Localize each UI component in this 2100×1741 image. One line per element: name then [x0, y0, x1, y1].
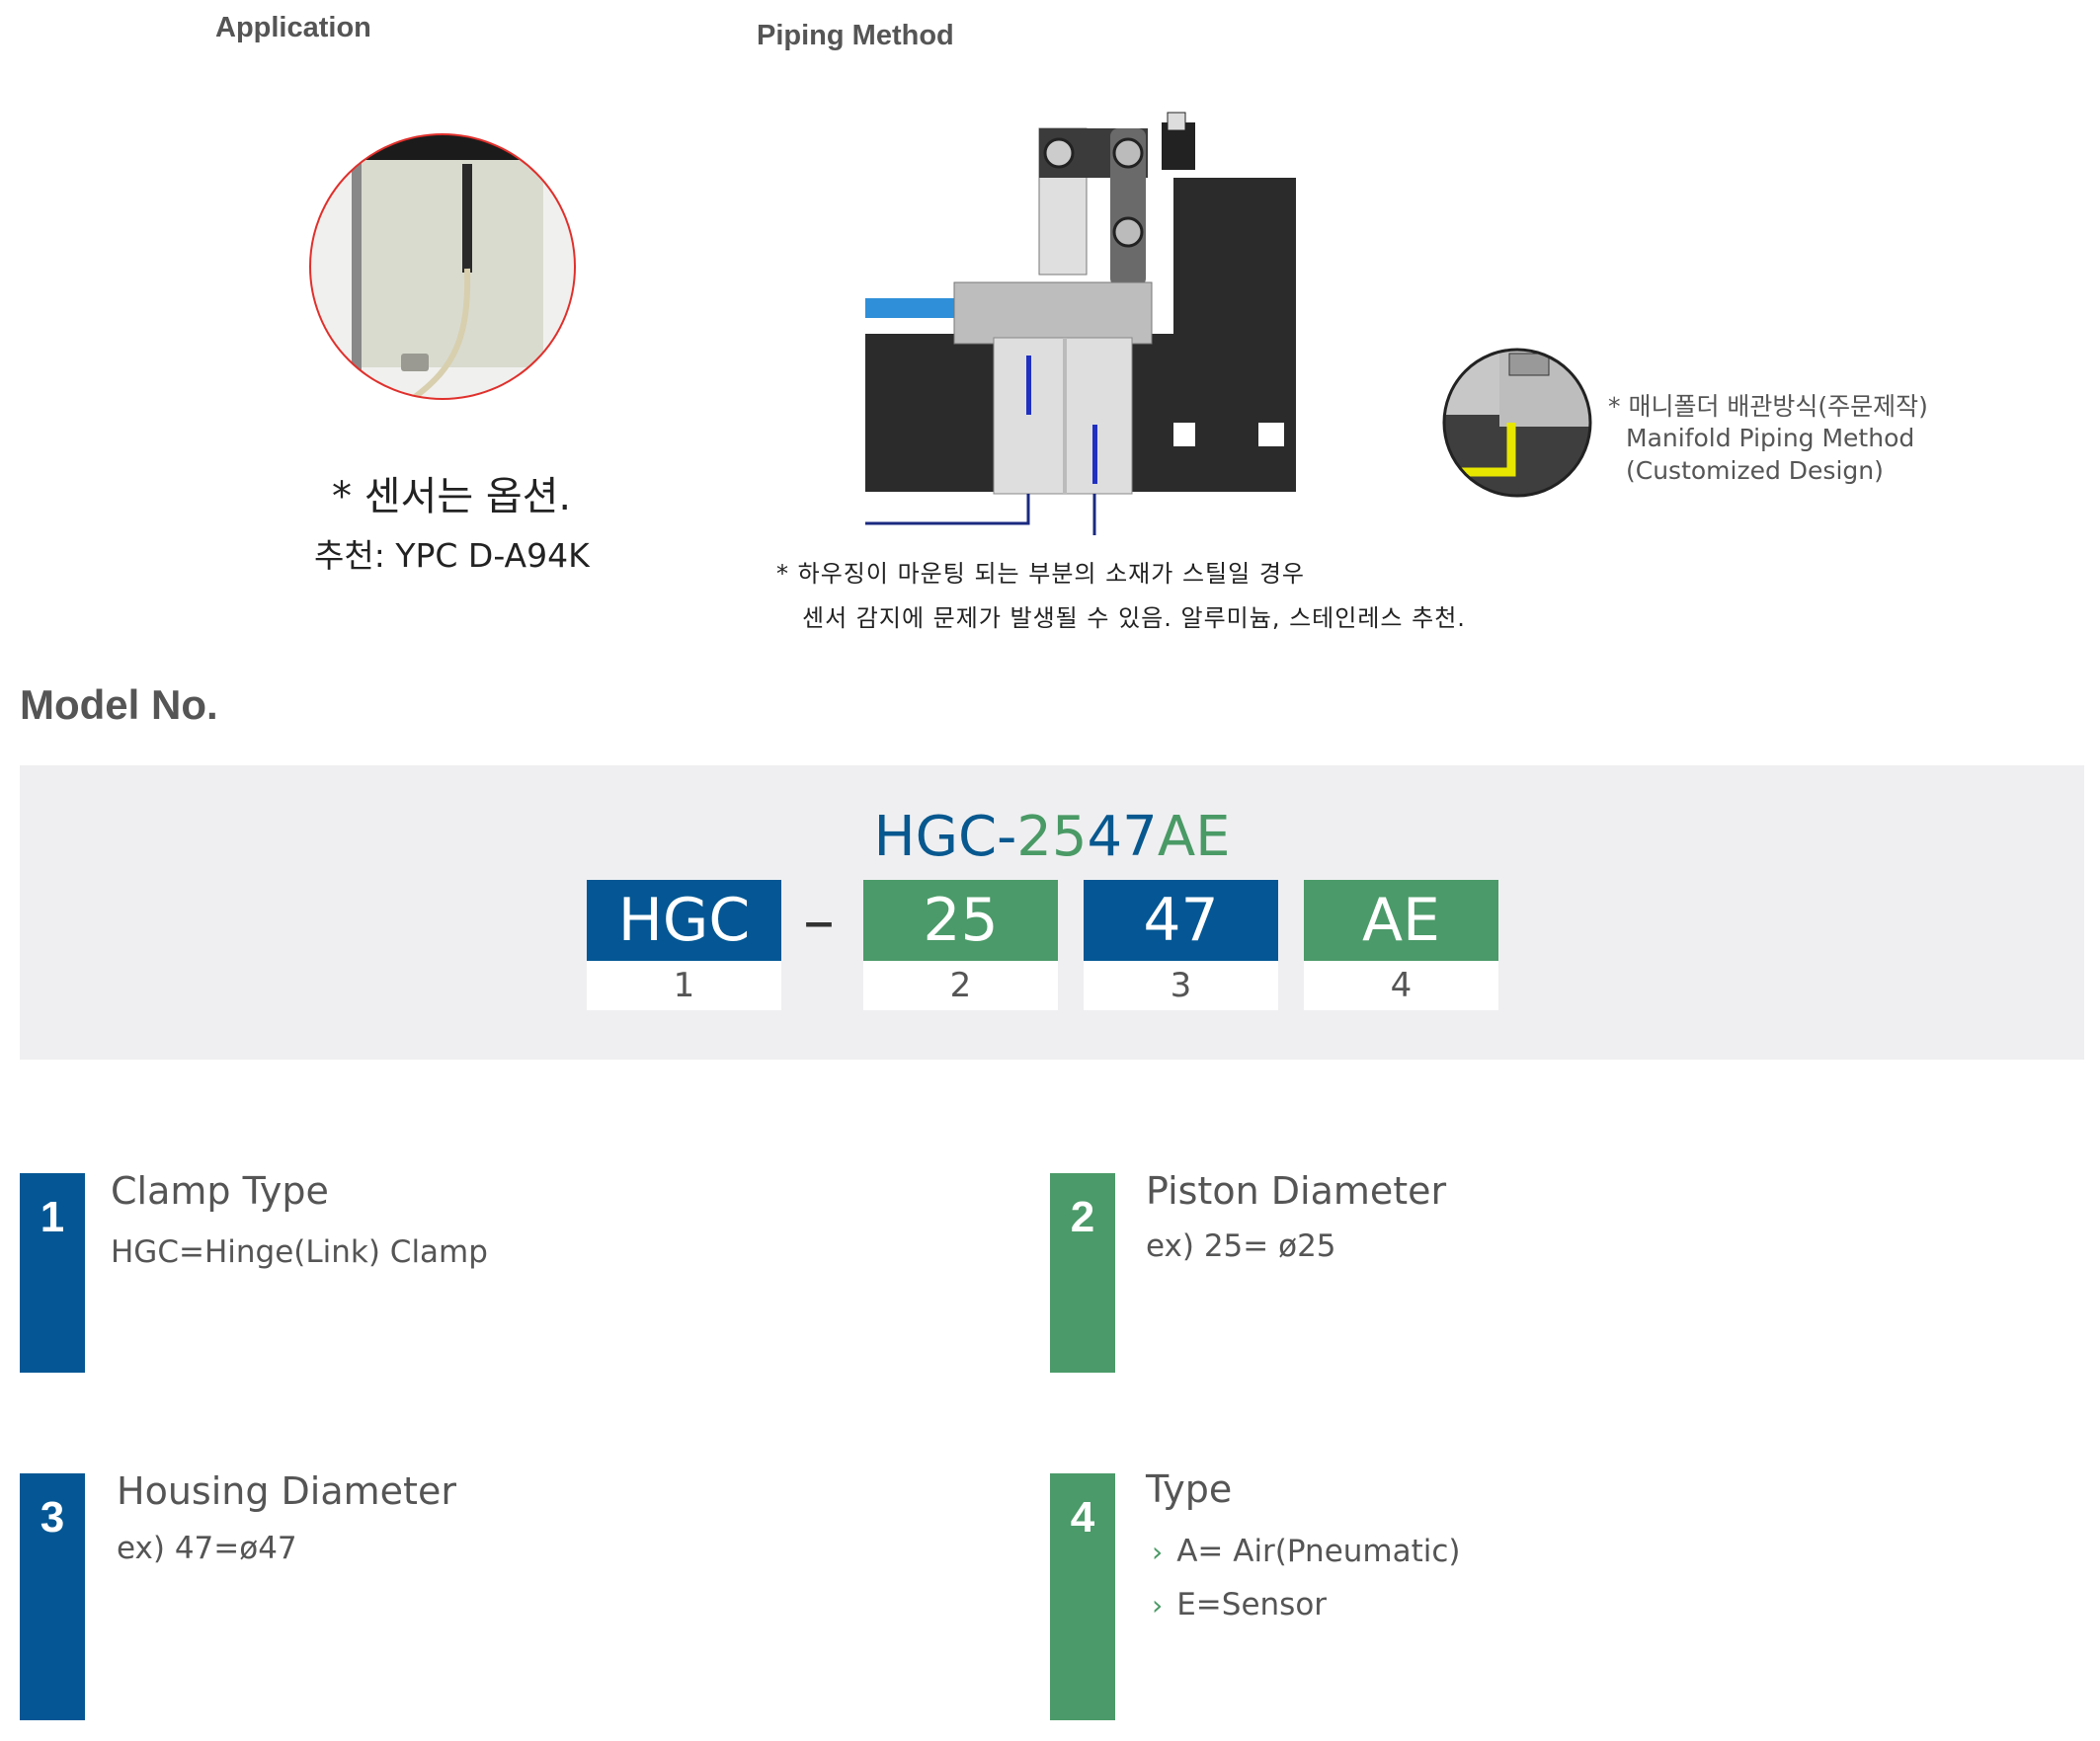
manifold-note-ko: * 매니폴더 배관방식(주문제작)	[1608, 392, 1928, 421]
manifold-note-en: Manifold Piping Method	[1626, 424, 1915, 452]
model-no-heading: Model No.	[20, 681, 218, 728]
item-4-number: 4	[1050, 1473, 1115, 1720]
segment-label: HGC	[587, 880, 781, 961]
item-4-title: Type	[1146, 1467, 1233, 1511]
item-2-desc: ex) 25= ø25	[1146, 1228, 1336, 1264]
chevron-right-icon: ›	[1152, 1589, 1164, 1622]
housing-material-note-2: 센서 감지에 문제가 발생될 수 있음. 알루미늄, 스테인레스 추천.	[802, 604, 1466, 632]
model-code-prefix: HGC-	[873, 805, 1017, 869]
chevron-right-icon: ›	[1152, 1536, 1164, 1568]
segment-number: 3	[1084, 961, 1278, 1010]
segment-dash: –	[803, 885, 835, 958]
item-1-title: Clamp Type	[111, 1169, 329, 1213]
model-code-panel: HGC-2547AE HGC 1 – 25 2 47 3 AE 4	[20, 765, 2084, 1060]
item-number: 4	[1070, 1493, 1095, 1542]
item-1-number: 1	[20, 1173, 85, 1373]
option-text: A= Air(Pneumatic)	[1176, 1534, 1461, 1569]
segment-number: 1	[587, 961, 781, 1010]
item-number: 1	[40, 1193, 65, 1241]
application-title: Application	[215, 12, 371, 43]
housing-material-note: * 하우징이 마운팅 되는 부분의 소재가 스틸일 경우	[776, 560, 1306, 588]
segment-label: AE	[1304, 880, 1498, 961]
manifold-detail-image	[1442, 348, 1592, 498]
item-3-desc: ex) 47=ø47	[117, 1531, 297, 1566]
segment-3: 47 3	[1084, 880, 1278, 1010]
segment-2: 25 2	[863, 880, 1058, 1010]
item-number: 3	[40, 1493, 65, 1542]
segment-number: 4	[1304, 961, 1498, 1010]
model-code-type: AE	[1157, 805, 1231, 869]
sensor-option-note: * 센서는 옵션.	[332, 474, 572, 519]
item-2-number: 2	[1050, 1173, 1115, 1373]
item-number: 2	[1070, 1193, 1095, 1241]
model-code-piston: 25	[1016, 805, 1088, 869]
item-1-desc: HGC=Hinge(Link) Clamp	[111, 1234, 488, 1270]
segment-4: AE 4	[1304, 880, 1498, 1010]
piping-diagram	[865, 112, 1296, 535]
segment-number: 2	[863, 961, 1058, 1010]
item-4-option-a: › A= Air(Pneumatic)	[1152, 1534, 1461, 1569]
item-3-title: Housing Diameter	[117, 1469, 456, 1513]
sensor-recommend-note: 추천: YPC D-A94K	[314, 536, 590, 575]
item-3-number: 3	[20, 1473, 85, 1720]
model-code-housing: 47	[1087, 805, 1158, 869]
item-4-option-e: › E=Sensor	[1152, 1587, 1327, 1622]
segment-1: HGC 1	[587, 880, 781, 1010]
manifold-note-custom: (Customized Design)	[1626, 456, 1884, 485]
model-code: HGC-2547AE	[20, 805, 2084, 869]
option-text: E=Sensor	[1176, 1587, 1328, 1622]
item-2-title: Piston Diameter	[1146, 1169, 1447, 1213]
sensor-photo	[309, 133, 576, 400]
piping-title: Piping Method	[757, 20, 954, 51]
segment-label: 47	[1084, 880, 1278, 961]
segment-label: 25	[863, 880, 1058, 961]
